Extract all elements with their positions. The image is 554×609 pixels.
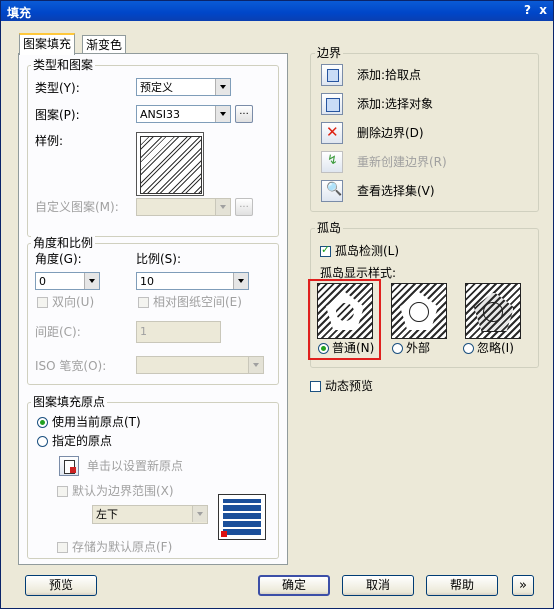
spacing-input[interactable]: 1 xyxy=(136,321,221,343)
title-bar: 填充 ? x xyxy=(1,1,553,21)
swatch-preview[interactable] xyxy=(136,132,204,196)
custom-browse-button[interactable]: ... xyxy=(235,198,253,216)
spacing-label: 间距(C): xyxy=(35,325,81,339)
type-label: 类型(Y): xyxy=(35,81,80,95)
normal-style-label: 普通(N) xyxy=(332,341,375,355)
chevron-down-icon xyxy=(215,79,230,95)
use-current-origin-radio[interactable] xyxy=(37,417,48,428)
extent-position-select[interactable]: 左下 xyxy=(92,505,208,524)
scale-value: 10 xyxy=(140,275,154,288)
pattern-select[interactable]: ANSI33 xyxy=(136,105,231,123)
outer-style-radio[interactable] xyxy=(392,343,403,354)
type-select[interactable]: 预定义 xyxy=(136,78,231,96)
ignore-style-preview[interactable] xyxy=(465,283,521,339)
specified-origin-label: 指定的原点 xyxy=(52,434,113,448)
tab-hatch-label: 图案填充 xyxy=(23,37,72,51)
custom-pattern-select[interactable] xyxy=(136,198,231,216)
ok-button[interactable]: 确定 xyxy=(258,575,330,596)
chevron-down-icon xyxy=(192,506,207,522)
close-icon[interactable]: x xyxy=(539,3,547,17)
chevron-down-icon xyxy=(215,199,230,215)
ignore-style-radio[interactable] xyxy=(463,343,474,354)
ignore-style-label: 忽略(I) xyxy=(477,341,514,355)
extent-position-value: 左下 xyxy=(96,508,118,521)
iso-pen-label: ISO 笔宽(O): xyxy=(35,359,107,373)
click-set-origin-label: 单击以设置新原点 xyxy=(87,459,184,473)
remove-boundaries-icon[interactable]: ✕ xyxy=(321,122,343,144)
inner-circle-shape xyxy=(409,302,429,322)
outer-style-preview[interactable] xyxy=(391,283,447,339)
set-origin-icon[interactable] xyxy=(59,456,79,476)
outer-style-label: 外部 xyxy=(406,341,431,355)
iso-pen-select[interactable] xyxy=(136,356,264,374)
preview-button[interactable]: 预览 xyxy=(25,575,97,596)
chevron-down-icon xyxy=(215,106,230,122)
custom-pattern-label: 自定义图案(M): xyxy=(35,200,119,214)
default-extent-checkbox[interactable] xyxy=(57,486,68,497)
type-value: 预定义 xyxy=(140,81,173,94)
relative-paperspace-checkbox[interactable] xyxy=(138,297,149,308)
scale-select[interactable]: 10 xyxy=(136,272,249,290)
dynamic-preview-label: 动态预览 xyxy=(325,379,374,393)
origin-preview xyxy=(218,494,266,540)
window-title: 填充 xyxy=(7,6,32,20)
tab-gradient[interactable]: 渐变色 xyxy=(82,35,127,54)
pattern-label: 图案(P): xyxy=(35,108,80,122)
recreate-boundary-label[interactable]: 重新创建边界(R) xyxy=(357,154,447,170)
island-detection-label: 孤岛检测(L) xyxy=(335,244,400,258)
chevron-down-icon xyxy=(233,273,248,289)
type-pattern-group-label: 类型和图案 xyxy=(31,58,96,72)
angle-select[interactable]: 0 xyxy=(35,272,100,290)
hatch-swatch xyxy=(140,136,202,194)
hatch-origin-group-label: 图案填充原点 xyxy=(31,395,108,409)
tab-hatch[interactable]: 图案填充 xyxy=(19,33,76,55)
select-objects-icon[interactable] xyxy=(321,93,343,115)
boundaries-group-label: 边界 xyxy=(315,46,344,60)
specified-origin-radio[interactable] xyxy=(37,436,48,447)
chevron-down-icon xyxy=(84,273,99,289)
relative-paperspace-label: 相对图纸空间(E) xyxy=(153,295,242,309)
cancel-button[interactable]: 取消 xyxy=(342,575,414,596)
add-pick-points-label[interactable]: 添加:拾取点 xyxy=(357,67,421,83)
view-selections-icon[interactable]: 🔍 xyxy=(321,180,343,202)
origin-dot xyxy=(221,531,227,537)
swatch-label: 样例: xyxy=(35,134,64,148)
hatch-tab-panel: 类型和图案 类型(Y): 预定义 图案(P): ANSI33 ... 样例: 自… xyxy=(18,53,288,565)
default-extent-label: 默认为边界范围(X) xyxy=(72,484,174,498)
islands-group-label: 孤岛 xyxy=(315,221,344,235)
more-options-button[interactable]: » xyxy=(512,575,534,596)
store-default-checkbox[interactable] xyxy=(57,542,68,553)
origin-marker xyxy=(70,467,76,473)
tab-gradient-label: 渐变色 xyxy=(86,38,123,52)
pattern-browse-button[interactable]: ... xyxy=(235,105,253,123)
pick-point-icon[interactable] xyxy=(321,64,343,86)
view-selections-label[interactable]: 查看选择集(V) xyxy=(357,183,435,199)
pattern-value: ANSI33 xyxy=(140,108,180,121)
add-select-objects-label[interactable]: 添加:选择对象 xyxy=(357,96,433,112)
dynamic-preview-checkbox[interactable] xyxy=(310,381,321,392)
inner-circle-shape xyxy=(483,302,503,322)
recreate-boundary-icon[interactable]: ↯ xyxy=(321,151,343,173)
double-label: 双向(U) xyxy=(52,295,95,309)
normal-style-preview[interactable] xyxy=(317,283,373,339)
help-icon[interactable]: ? xyxy=(524,3,531,17)
angle-label: 角度(G): xyxy=(35,252,82,266)
help-button[interactable]: 帮助 xyxy=(426,575,498,596)
inner-circle-shape xyxy=(336,303,354,321)
remove-boundaries-label[interactable]: 删除边界(D) xyxy=(357,125,424,141)
hatch-dialog: 填充 ? x 图案填充 渐变色 类型和图案 类型(Y): 预定义 图案(P): … xyxy=(0,0,554,609)
double-checkbox[interactable] xyxy=(37,297,48,308)
scale-label: 比例(S): xyxy=(136,252,182,266)
chevron-down-icon xyxy=(248,357,263,373)
store-default-label: 存储为默认原点(F) xyxy=(72,540,173,554)
normal-style-radio[interactable] xyxy=(318,343,329,354)
angle-value: 0 xyxy=(39,275,46,288)
angle-scale-group-label: 角度和比例 xyxy=(31,236,96,250)
use-current-origin-label: 使用当前原点(T) xyxy=(52,415,141,429)
island-detection-checkbox[interactable] xyxy=(320,243,331,257)
brick-pattern xyxy=(223,499,261,535)
